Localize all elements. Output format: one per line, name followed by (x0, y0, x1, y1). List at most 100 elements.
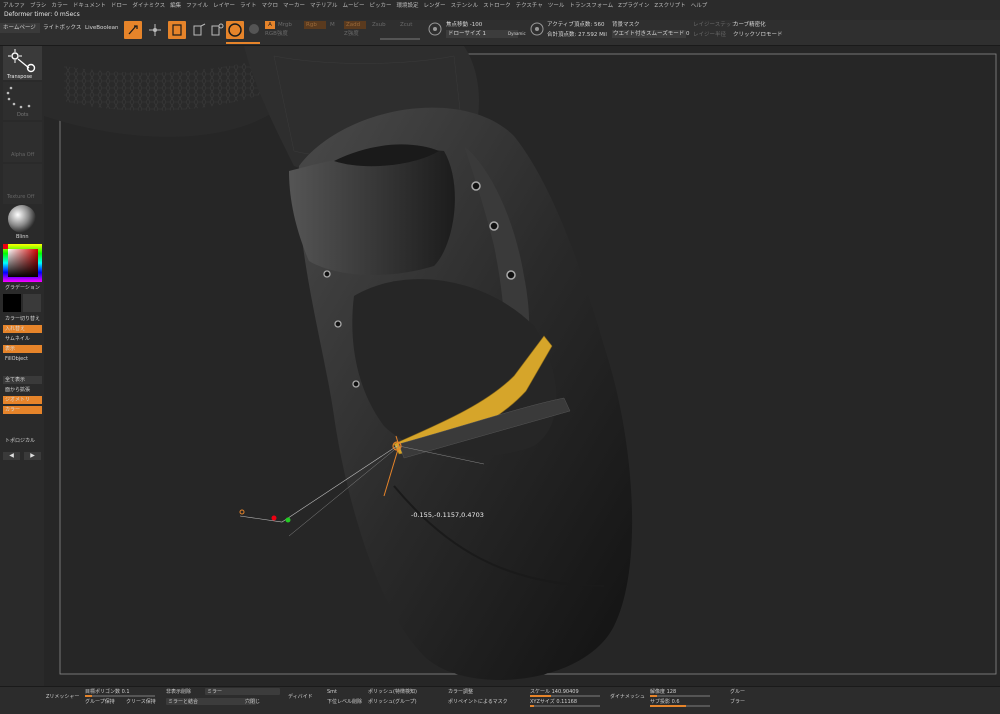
menu-item[interactable]: ライト (240, 1, 257, 9)
menu-item[interactable]: アルファ (3, 1, 25, 9)
material-sphere-icon (8, 205, 36, 233)
transpose-start-node (239, 509, 245, 515)
menu-item[interactable]: ストローク (483, 1, 511, 9)
fillobject-button[interactable]: FillObject (3, 355, 42, 363)
menu-item[interactable]: 環境設定 (397, 1, 419, 9)
transpose-button[interactable]: Transpose (3, 46, 42, 80)
material-button[interactable]: Blinn (3, 204, 42, 242)
menu-item[interactable]: 編集 (170, 1, 181, 9)
mirror-weld-button[interactable]: ミラーと結合 (168, 698, 198, 706)
edit-mode-button[interactable] (124, 21, 142, 39)
menu-item[interactable]: ドロー (111, 1, 128, 9)
menu-item[interactable]: ヘルプ (691, 1, 708, 9)
menu-item[interactable]: Zプラグイン (618, 1, 649, 9)
home-tab[interactable]: ホームページ (0, 23, 40, 33)
lower-subdiv-button[interactable]: 下位レベル削除 (327, 698, 362, 706)
scale-mode-button[interactable] (190, 21, 208, 39)
left-tray: Transpose Dots Alpha Off Texture Off Bli… (0, 46, 44, 686)
z-intensity-slider[interactable]: Z強度 (344, 30, 359, 38)
lightbox-button[interactable]: ライトボックス (43, 23, 81, 33)
color-switch-button[interactable]: カラー切り替え (3, 315, 42, 323)
lazyradius-slider[interactable]: レイジー半径 (693, 30, 726, 40)
blur-slider[interactable]: ブラー (730, 698, 745, 706)
menu-item[interactable]: ムービー (343, 1, 365, 9)
zadd-button[interactable]: Zadd (344, 21, 366, 29)
menu-item[interactable]: ファイル (186, 1, 208, 9)
menu-item[interactable]: マーカー (283, 1, 305, 9)
sphere-brush-button[interactable] (226, 21, 244, 39)
texture-button[interactable]: Texture Off (3, 164, 42, 204)
menu-item[interactable]: ダイナミクス (132, 1, 165, 9)
color-picker[interactable] (3, 244, 42, 282)
menu-item[interactable]: マクロ (262, 1, 279, 9)
background-mask-button[interactable]: 背景マスク (612, 20, 640, 30)
shoe-model[interactable] (44, 46, 1000, 686)
keep-creases-button[interactable]: クリース保持 (126, 698, 156, 706)
menu-item[interactable]: ステンシル (451, 1, 479, 9)
menu-item[interactable]: ピッカー (370, 1, 392, 9)
color-button[interactable]: カラー (3, 406, 42, 414)
alpha-button[interactable]: Alpha Off (3, 122, 42, 162)
polypaint-mask-button[interactable]: ポリペイントによるマスク (448, 698, 508, 706)
eyelet-1 (471, 181, 481, 191)
transpose-green-node (285, 517, 291, 523)
menu-item[interactable]: レンダー (424, 1, 446, 9)
mirror-button[interactable]: ミラー (207, 688, 222, 696)
grow-from-mesh-button[interactable]: 面から拡張 (3, 386, 42, 394)
swap-button[interactable]: 入れ替え (3, 325, 42, 333)
display-button[interactable]: 表示 (3, 345, 42, 353)
click-solo-button[interactable]: クリックソロモード (733, 30, 783, 40)
menu-item[interactable]: テクスチャ (516, 1, 543, 9)
draw-mode-button[interactable] (146, 21, 164, 39)
a-toggle[interactable]: A (265, 21, 275, 29)
transpose-icon (8, 49, 36, 73)
focal-shift-slider[interactable]: 焦点移動 -100 (446, 20, 482, 30)
close-holes-button[interactable]: 穴閉じ (245, 698, 260, 706)
curve-refine-button[interactable]: カーブ精密化 (733, 20, 766, 30)
viewport-canvas[interactable]: -0.155,-0.1157,0.4703 (44, 46, 1000, 686)
color-adjust-button[interactable]: カラー調整 (448, 688, 473, 696)
geometry-button[interactable]: ジオメトリ (3, 396, 42, 404)
rotate-mode-button[interactable] (208, 21, 226, 39)
remove-hidden-button[interactable]: 非表示削除 (166, 688, 191, 696)
menu-item[interactable]: トランスフォーム (569, 1, 613, 9)
weighted-smooth-slider[interactable]: ウエイト付きスムーズモード 0 (612, 30, 689, 38)
polish-feature-button[interactable]: ポリッシュ(特徴検知) (368, 688, 417, 696)
group-button[interactable]: グルー (730, 688, 745, 696)
eyelet-5 (334, 320, 342, 328)
liveboolean-button[interactable]: LiveBoolean (85, 23, 119, 33)
rgb-button[interactable]: Rgb (304, 21, 326, 29)
next-arrow-button[interactable]: ▶ (24, 452, 41, 460)
rgb-intensity-slider[interactable]: RGB強度 (265, 30, 288, 38)
m-button[interactable]: M (330, 21, 335, 29)
menu-item[interactable]: レイヤー (213, 1, 235, 9)
show-all-button[interactable]: 全て表示 (3, 376, 42, 384)
gradient-label[interactable]: グラデーション (3, 284, 42, 292)
stroke-preview[interactable] (248, 23, 260, 35)
polish-groups-button[interactable]: ポリッシュ(グループ) (368, 698, 417, 706)
zremesher-button[interactable]: Zリメッシャー (46, 693, 79, 701)
stroke-button[interactable]: Dots (3, 82, 42, 120)
main-color-swatch[interactable] (3, 294, 21, 312)
lazystep-slider[interactable]: レイジーステップ (693, 20, 737, 30)
mrgb-button[interactable]: Mrgb (278, 21, 292, 29)
dynamic-toggle[interactable]: Dynamic (508, 30, 526, 38)
menu-item[interactable]: カラー (51, 1, 68, 9)
keep-groups-button[interactable]: グループ保持 (85, 698, 115, 706)
eyelet-6 (352, 380, 360, 388)
menu-item[interactable]: マテリアル (310, 1, 337, 9)
zcut-button[interactable]: Zcut (400, 21, 412, 29)
zsub-button[interactable]: Zsub (372, 21, 386, 29)
menu-item[interactable]: ブラシ (30, 1, 46, 9)
menu-item[interactable]: ツール (548, 1, 565, 9)
prev-arrow-button[interactable]: ◀ (3, 452, 20, 460)
dynamesh-button[interactable]: ダイナメッシュ (610, 693, 645, 701)
menu-item[interactable]: ドキュメント (73, 1, 106, 9)
focal-dial[interactable] (428, 22, 442, 36)
secondary-color-swatch[interactable] (23, 294, 41, 312)
smt-toggle[interactable]: Smt (327, 688, 337, 696)
menu-item[interactable]: Zスクリプト (654, 1, 685, 9)
divide-button[interactable]: ディバイド (288, 693, 313, 701)
topological-label[interactable]: トポロジカル (3, 437, 42, 445)
move-mode-button[interactable] (168, 21, 186, 39)
